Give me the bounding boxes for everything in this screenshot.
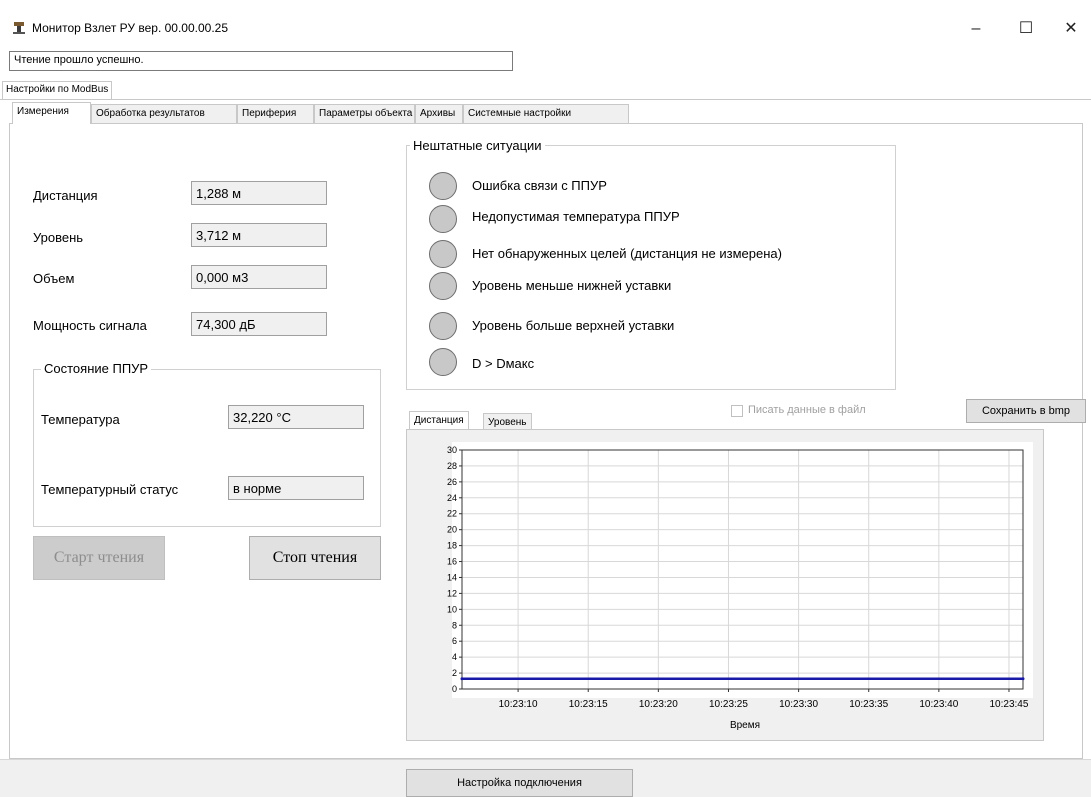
- minimize-button[interactable]: –: [954, 12, 998, 46]
- alarm-label-level-high: Уровень больше верхней уставки: [472, 318, 675, 333]
- connection-settings-button[interactable]: Настройка подключения: [406, 769, 633, 797]
- alarm-indicator-level-low: [429, 272, 457, 300]
- alarm-indicator-temperature: [429, 205, 457, 233]
- tab-object-parameters[interactable]: Параметры объекта: [314, 104, 415, 123]
- chart-x-tick-label: 10:23:10: [499, 699, 538, 710]
- chart-y-tick-label: 2: [452, 668, 457, 678]
- chart-x-tick-label: 10:23:35: [849, 699, 888, 710]
- level-value: 3,712 м: [191, 223, 327, 247]
- chart-y-tick-label: 10: [447, 604, 457, 614]
- status-message-field: Чтение прошло успешно.: [9, 51, 513, 71]
- chart-x-tick-label: 10:23:30: [779, 699, 818, 710]
- distance-value: 1,288 м: [191, 181, 327, 205]
- chart-y-tick-label: 18: [447, 541, 457, 551]
- temperature-value: 32,220 °C: [228, 405, 364, 429]
- tab-modbus-settings[interactable]: Настройки по ModBus: [2, 81, 113, 99]
- chart-y-tick-label: 22: [447, 509, 457, 519]
- alarm-indicator-comm-error: [429, 172, 457, 200]
- chart-y-tick-label: 24: [447, 493, 457, 503]
- alarm-label-no-targets: Нет обнаруженных целей (дистанция не изм…: [472, 246, 782, 261]
- volume-label: Объем: [33, 271, 75, 286]
- distance-label: Дистанция: [33, 188, 98, 203]
- alarm-indicator-level-high: [429, 312, 457, 340]
- chart-y-tick-label: 28: [447, 461, 457, 471]
- write-to-file-checkbox[interactable]: [731, 405, 743, 417]
- chart-data-point: [1021, 677, 1025, 681]
- chart-y-tick-label: 8: [452, 620, 457, 630]
- sensor-state-group: [33, 369, 381, 527]
- chart-y-tick-label: 16: [447, 557, 457, 567]
- chart-y-tick-label: 4: [452, 652, 457, 662]
- write-to-file-label: Писать данные в файл: [748, 404, 866, 416]
- close-button[interactable]: ✕: [1049, 12, 1091, 46]
- signal-power-value: 74,300 дБ: [191, 312, 327, 336]
- chart-data-point: [460, 677, 464, 681]
- temperature-label: Температура: [41, 412, 120, 427]
- distance-chart: 024681012141618202224262830 10:23:10 10:2…: [447, 442, 1033, 731]
- tab-archives[interactable]: Архивы: [415, 104, 463, 123]
- alarms-title: Нештатные ситуации: [410, 138, 545, 153]
- alarm-label-dmax: D > Dмакс: [472, 356, 535, 371]
- sensor-state-title: Состояние ППУР: [41, 361, 152, 376]
- chart-tab-level[interactable]: Уровень: [483, 413, 532, 430]
- chart-x-tick-label: 10:23:25: [709, 699, 748, 710]
- chart-x-tick-label: 10:23:20: [639, 699, 678, 710]
- maximize-button[interactable]: ☐: [1004, 12, 1048, 46]
- app-icon: [13, 22, 25, 34]
- alarm-label-temperature: Недопустимая температура ППУР: [472, 209, 680, 224]
- temp-status-value: в норме: [228, 476, 364, 500]
- stop-reading-button[interactable]: Стоп чтения: [249, 536, 381, 580]
- chart-y-tick-label: 14: [447, 572, 457, 582]
- alarm-label-comm-error: Ошибка связи с ППУР: [472, 178, 607, 193]
- chart-x-tick-label: 10:23:45: [990, 699, 1029, 710]
- alarm-indicator-dmax: [429, 348, 457, 376]
- chart-y-tick-label: 20: [447, 525, 457, 535]
- start-reading-button[interactable]: Старт чтения: [33, 536, 165, 580]
- chart-plot-background: [452, 442, 1033, 698]
- chart-y-tick-label: 0: [452, 684, 457, 694]
- chart-y-tick-label: 26: [447, 477, 457, 487]
- chart-y-tick-label: 6: [452, 636, 457, 646]
- temp-status-label: Температурный статус: [41, 482, 179, 497]
- tab-peripherals[interactable]: Периферия: [237, 104, 314, 123]
- save-bmp-button[interactable]: Сохранить в bmp: [966, 399, 1086, 423]
- alarm-indicator-no-targets: [429, 240, 457, 268]
- chart-y-tick-label: 30: [447, 445, 457, 455]
- tab-measurements[interactable]: Измерения: [12, 102, 91, 124]
- chart-x-tick-label: 10:23:40: [919, 699, 958, 710]
- level-label: Уровень: [33, 230, 84, 245]
- window-title: Монитор Взлет РУ вер. 00.00.00.25: [32, 21, 229, 35]
- chart-x-tick-label: 10:23:15: [569, 699, 608, 710]
- volume-value: 0,000 м3: [191, 265, 327, 289]
- tab-result-processing[interactable]: Обработка результатов: [91, 104, 237, 123]
- chart-y-tick-label: 12: [447, 588, 457, 598]
- alarm-label-level-low: Уровень меньше нижней уставки: [472, 278, 672, 293]
- outer-tab-divider: [0, 99, 1091, 100]
- chart-tab-distance[interactable]: Дистанция: [409, 411, 469, 430]
- signal-power-label: Мощность сигнала: [33, 318, 147, 333]
- chart-x-axis-label: Время: [730, 720, 760, 731]
- tab-system-settings[interactable]: Системные настройки: [463, 104, 629, 123]
